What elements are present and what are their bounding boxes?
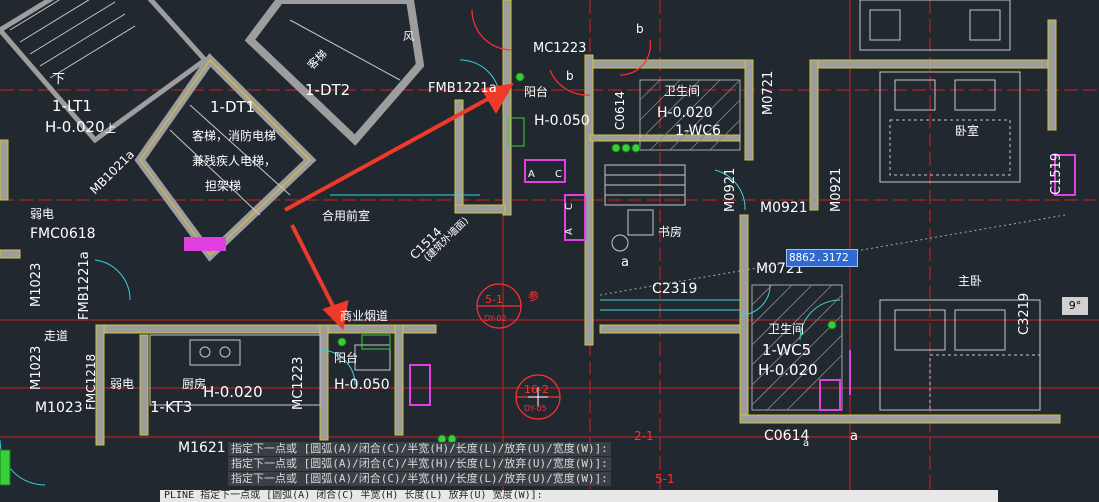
axis-5-1: 5-1 xyxy=(485,293,503,306)
label-mc1223-top: MC1223 xyxy=(533,41,586,56)
label-a-study: a xyxy=(621,255,629,270)
label-h0020-wc6: H-0.020 xyxy=(657,105,713,121)
label-a-bottom: a xyxy=(850,429,858,444)
label-c0614-left: C0614 xyxy=(613,91,627,130)
label-wc5: 1-WC5 xyxy=(762,341,811,359)
label-kt3: 1-KT3 xyxy=(150,398,192,416)
label-study: 书房 xyxy=(658,224,682,239)
label-m0921-left: M0921 xyxy=(723,168,738,212)
label-m0921-mid: M0921 xyxy=(760,200,808,216)
label-dt1-desc1: 客梯，消防电梯 xyxy=(192,128,276,143)
label-c2319: C2319 xyxy=(652,281,697,297)
label-lt1-up: 上 xyxy=(105,122,116,135)
label-ruodian-bottom: 弱电 xyxy=(110,377,134,391)
label-h0020-kt: H-0.020 xyxy=(203,383,263,401)
dynamic-input-field[interactable]: 8862.3172 xyxy=(786,249,858,267)
label-c1519: C1519 xyxy=(1049,153,1064,195)
label-can: 参 xyxy=(528,289,539,303)
label-bedroom: 卧室 xyxy=(955,123,979,138)
label-yangtai-bottom: 阳台 xyxy=(334,350,358,365)
command-history-line-3: 指定下一点或 [圆弧(A)/闭合(C)/半宽(H)/长度(L)/放弃(U)/宽度… xyxy=(228,472,611,486)
label-master-bedroom: 主卧 xyxy=(958,274,982,288)
label-lt1-h: H-0.020 xyxy=(45,118,105,136)
label-h0050-top: H-0.050 xyxy=(534,113,590,129)
label-dt2: 1-DT2 xyxy=(305,81,350,99)
label-fmb1221a-left: FMB1221a xyxy=(77,251,92,320)
label-lt1: 1-LT1 xyxy=(52,97,92,115)
label-lt1-down: 下 xyxy=(52,72,65,87)
angle-tooltip: 9° xyxy=(1062,297,1088,315)
axis-5-1b: 5-1 xyxy=(655,472,675,486)
label-dt1: 1-DT1 xyxy=(210,98,255,116)
label-c-top: C xyxy=(555,169,562,180)
label-fmc1218: FMC1218 xyxy=(84,354,98,410)
axis-dy02: DY-02 xyxy=(484,314,507,323)
cad-drawing-canvas[interactable]: MC1223 FMB1221a 阳台 b b 卫生间 H-0.020 1-WC6… xyxy=(0,0,1099,499)
axis-dy05: DY-05 xyxy=(524,404,547,413)
label-bathroom-wc5: 卫生间 xyxy=(768,322,804,336)
label-shangye-yandao: 商业烟道 xyxy=(340,308,388,323)
label-dt1-desc3: 担架梯 xyxy=(205,179,241,193)
label-bathroom-top: 卫生间 xyxy=(664,84,700,98)
label-m1621: M1621 xyxy=(178,440,226,456)
command-history-line-1: 指定下一点或 [圆弧(A)/闭合(C)/半宽(H)/长度(L)/放弃(U)/宽度… xyxy=(228,442,611,456)
label-m1023-bottom: M1023 xyxy=(29,346,44,390)
label-mc1223-bottom: MC1223 xyxy=(291,357,306,410)
label-c3219: C3219 xyxy=(1017,293,1032,335)
axis-2-1: 2-1 xyxy=(634,429,654,443)
label-fmb1221a-top: FMB1221a xyxy=(428,81,497,96)
label-dt1-desc2: 兼残疾人电梯， xyxy=(192,153,276,168)
label-ruodian-left: 弱电 xyxy=(30,207,54,221)
label-a-wc5: a xyxy=(803,438,809,449)
label-h0020-wc5: H-0.020 xyxy=(758,361,818,379)
label-corridor: 走道 xyxy=(44,329,68,343)
label-h0050-bottom: H-0.050 xyxy=(334,377,390,393)
label-a-mid: A xyxy=(564,228,575,235)
label-wc6: 1-WC6 xyxy=(675,123,721,139)
label-m1023-bottom2: M1023 xyxy=(35,400,83,416)
label-m1023-left: M1023 xyxy=(29,263,44,307)
label-b-top: b xyxy=(636,22,644,36)
label-fmc0618: FMC0618 xyxy=(30,226,96,242)
label-feng: 风 xyxy=(403,30,414,43)
command-line-input[interactable]: PLINE 指定下一点或 [圆弧(A) 闭合(C) 半宽(H) 长度(L) 放弃… xyxy=(160,490,998,502)
label-b-mid: b xyxy=(566,69,574,83)
label-a-top: A xyxy=(528,169,535,180)
label-m0921-right: M0921 xyxy=(829,168,844,212)
label-c-mid: C xyxy=(564,203,575,210)
label-yangtai-top: 阳台 xyxy=(524,84,548,99)
label-heyongqianshi: 合用前室 xyxy=(322,208,370,223)
label-m0721-top: M0721 xyxy=(761,71,776,115)
command-history-line-2: 指定下一点或 [圆弧(A)/闭合(C)/半宽(H)/长度(L)/放弃(U)/宽度… xyxy=(228,457,611,471)
axis-16-2: 16-2 xyxy=(524,383,549,396)
